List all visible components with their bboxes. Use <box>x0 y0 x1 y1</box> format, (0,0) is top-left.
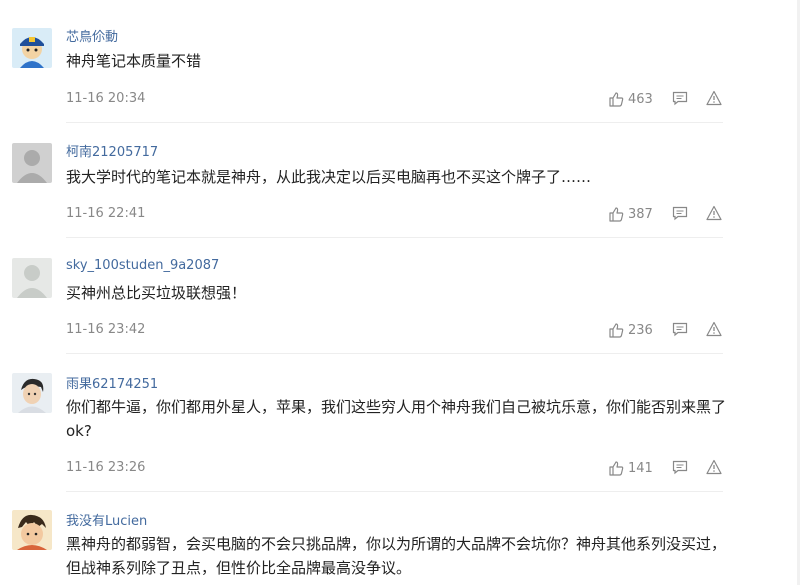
speech-bubble-icon <box>672 322 688 337</box>
username[interactable]: sky_100studen_9a2087 <box>66 258 219 273</box>
thumbs-up-icon <box>609 207 624 222</box>
timestamp: 11-16 20:34 <box>66 91 146 106</box>
reply-button[interactable] <box>672 321 688 341</box>
speech-bubble-icon <box>672 91 688 106</box>
avatar-anime-icon <box>12 510 52 550</box>
comment-text: 买神州总比买垃圾联想强！ <box>66 284 247 302</box>
warning-triangle-icon <box>706 205 722 221</box>
avatar-photo-icon <box>12 373 52 413</box>
username[interactable]: 我没有Lucien <box>66 510 147 529</box>
avatar[interactable] <box>12 258 52 298</box>
comment-text: 神舟笔记本质量不错 <box>66 52 202 70</box>
like-count: 236 <box>628 322 653 338</box>
like-count: 387 <box>628 206 653 222</box>
like-button[interactable]: 141 <box>608 458 653 478</box>
like-button[interactable]: 387 <box>608 204 653 224</box>
report-button[interactable] <box>706 90 722 110</box>
thumbs-up-icon <box>609 461 624 476</box>
like-count: 463 <box>628 91 653 107</box>
comment-text: 黑神舟的都弱智，会买电脑的不会只挑品牌，你以为所谓的大品牌不会坑你？神舟其他系列… <box>66 535 727 577</box>
reply-button[interactable] <box>672 90 688 110</box>
warning-triangle-icon <box>706 321 722 337</box>
comment-meta: 11-16 23:26 141 <box>66 458 726 478</box>
comment-text: 你们都牛逼，你们都用外星人，苹果，我们这些穷人用个神舟我们自己被坑乐意，你们能否… <box>66 398 727 440</box>
comment-meta: 11-16 22:41 387 <box>66 204 726 224</box>
avatar[interactable] <box>12 373 52 413</box>
report-button[interactable] <box>706 459 722 479</box>
timestamp: 11-16 23:26 <box>66 460 146 475</box>
like-button[interactable]: 236 <box>608 320 653 340</box>
avatar-default-icon <box>12 258 52 298</box>
username[interactable]: 柯南21205717 <box>66 141 158 160</box>
comment-text: 我大学时代的笔记本就是神舟，从此我决定以后买电脑再也不买这个牌子了…… <box>66 168 592 186</box>
thumbs-up-icon <box>609 323 624 338</box>
comment-meta: 11-16 23:42 236 <box>66 320 726 340</box>
avatar[interactable] <box>12 143 52 183</box>
like-button[interactable]: 463 <box>608 89 653 109</box>
reply-button[interactable] <box>672 459 688 479</box>
divider <box>66 353 723 354</box>
report-button[interactable] <box>706 205 722 225</box>
username[interactable]: 雨果62174251 <box>66 373 158 392</box>
comment-meta: 11-16 20:34 463 <box>66 89 726 109</box>
warning-triangle-icon <box>706 90 722 106</box>
username[interactable]: 芯鳥伱動 <box>66 26 118 45</box>
timestamp: 11-16 22:41 <box>66 206 146 221</box>
warning-triangle-icon <box>706 459 722 475</box>
thumbs-up-icon <box>609 92 624 107</box>
speech-bubble-icon <box>672 460 688 475</box>
avatar-default-icon <box>12 143 52 183</box>
timestamp: 11-16 23:42 <box>66 322 146 337</box>
divider <box>66 237 723 238</box>
divider <box>66 491 723 492</box>
report-button[interactable] <box>706 321 722 341</box>
reply-button[interactable] <box>672 205 688 225</box>
avatar-cartoon-cop-icon <box>12 28 52 68</box>
speech-bubble-icon <box>672 206 688 221</box>
avatar[interactable] <box>12 28 52 68</box>
like-count: 141 <box>628 460 653 476</box>
divider <box>66 122 723 123</box>
avatar[interactable] <box>12 510 52 550</box>
